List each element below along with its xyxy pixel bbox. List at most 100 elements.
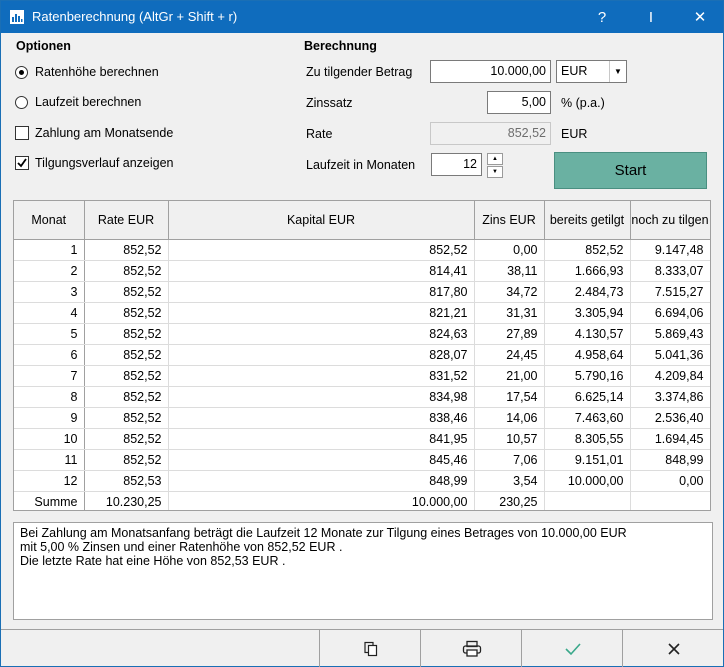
options-heading: Optionen <box>16 39 71 53</box>
cell-rate: 852,52 <box>84 239 169 261</box>
table-row[interactable]: 3 852,52 817,80 34,72 2.484,73 7.515,27 <box>14 281 710 303</box>
table-row[interactable]: 6 852,52 828,07 24,45 4.958,64 5.041,36 <box>14 344 710 366</box>
interest-input[interactable]: 5,00 <box>487 91 551 114</box>
pin-button[interactable]: I <box>628 1 674 33</box>
ok-button[interactable] <box>521 630 623 667</box>
sum-cell-interest: 230,25 <box>474 491 545 510</box>
chevron-down-icon[interactable]: ▼ <box>609 61 626 82</box>
window-title: Ratenberechnung (AltGr + Shift + r) <box>32 9 238 24</box>
cell-interest: 38,11 <box>474 260 545 282</box>
cell-month: 3 <box>14 281 85 303</box>
cancel-button[interactable] <box>622 630 724 667</box>
start-button[interactable]: Start <box>554 152 707 189</box>
col-header-rate[interactable]: Rate EUR <box>84 201 169 240</box>
cell-remaining: 4.209,84 <box>630 365 710 387</box>
cell-remaining: 9.147,48 <box>630 239 710 261</box>
table-row[interactable]: 9 852,52 838,46 14,06 7.463,60 2.536,40 <box>14 407 710 429</box>
cell-interest: 21,00 <box>474 365 545 387</box>
cell-interest: 31,31 <box>474 302 545 324</box>
col-header-capital[interactable]: Kapital EUR <box>168 201 475 240</box>
cell-capital: 817,80 <box>168 281 475 303</box>
cell-paid: 7.463,60 <box>544 407 631 429</box>
cell-interest: 3,54 <box>474 470 545 492</box>
schedule-table[interactable]: Monat Rate EUR Kapital EUR Zins EUR bere… <box>13 200 711 511</box>
calc-heading: Berechnung <box>304 39 377 53</box>
spin-up-icon[interactable]: ▲ <box>487 153 503 165</box>
table-row[interactable]: 4 852,52 821,21 31,31 3.305,94 6.694,06 <box>14 302 710 324</box>
sum-cell-month: Summe <box>14 491 85 510</box>
table-row[interactable]: 7 852,52 831,52 21,00 5.790,16 4.209,84 <box>14 365 710 387</box>
summary-line: Bei Zahlung am Monatsanfang beträgt die … <box>20 526 627 540</box>
help-button[interactable]: ? <box>579 1 625 33</box>
table-row[interactable]: 12 852,53 848,99 3,54 10.000,00 0,00 <box>14 470 710 492</box>
close-window-button[interactable]: ✕ <box>677 1 723 33</box>
col-header-remaining[interactable]: noch zu tilgen <box>630 201 710 240</box>
option-payment-month-end[interactable]: Zahlung am Monatsende <box>15 124 173 142</box>
summary-text-box[interactable]: Bei Zahlung am Monatsanfang beträgt die … <box>13 522 713 620</box>
term-input[interactable]: 12 <box>431 153 482 176</box>
bottom-toolbar <box>1 629 723 667</box>
installment-unit: EUR <box>561 127 588 141</box>
currency-select[interactable]: EUR ▼ <box>556 60 627 83</box>
cell-paid: 3.305,94 <box>544 302 631 324</box>
cell-interest: 10,57 <box>474 428 545 450</box>
copy-button[interactable] <box>319 630 421 667</box>
col-header-paid[interactable]: bereits getilgt <box>544 201 631 240</box>
chart-app-icon <box>10 10 24 24</box>
cell-interest: 17,54 <box>474 386 545 408</box>
radio-icon-checked[interactable] <box>15 65 28 79</box>
cell-capital: 814,41 <box>168 260 475 282</box>
installment-label: Rate <box>306 127 333 141</box>
amount-input[interactable]: 10.000,00 <box>430 60 551 83</box>
table-header-row: Monat Rate EUR Kapital EUR Zins EUR bere… <box>14 201 710 240</box>
cell-rate: 852,52 <box>84 281 169 303</box>
option-calc-installment[interactable]: Ratenhöhe berechnen <box>15 63 159 81</box>
sum-cell-paid <box>544 491 631 510</box>
cell-remaining: 1.694,45 <box>630 428 710 450</box>
checkbox-icon[interactable] <box>15 126 29 140</box>
cell-capital: 848,99 <box>168 470 475 492</box>
cell-interest: 0,00 <box>474 239 545 261</box>
currency-value: EUR <box>561 64 588 78</box>
interest-label: Zinssatz <box>306 96 353 110</box>
cell-paid: 4.130,57 <box>544 323 631 345</box>
cell-interest: 34,72 <box>474 281 545 303</box>
col-header-interest[interactable]: Zins EUR <box>474 201 545 240</box>
option-label: Laufzeit berechnen <box>35 95 142 109</box>
cell-rate: 852,52 <box>84 428 169 450</box>
cell-remaining: 6.694,06 <box>630 302 710 324</box>
cell-month: 5 <box>14 323 85 345</box>
cell-paid: 6.625,14 <box>544 386 631 408</box>
cell-remaining: 5.869,43 <box>630 323 710 345</box>
cell-month: 2 <box>14 260 85 282</box>
cell-remaining: 5.041,36 <box>630 344 710 366</box>
cell-month: 1 <box>14 239 85 261</box>
print-button[interactable] <box>420 630 522 667</box>
table-row[interactable]: 10 852,52 841,95 10,57 8.305,55 1.694,45 <box>14 428 710 450</box>
option-show-schedule[interactable]: Tilgungsverlauf anzeigen <box>15 154 174 172</box>
cell-capital: 852,52 <box>168 239 475 261</box>
table-sum-row[interactable]: Summe 10.230,25 10.000,00 230,25 <box>14 491 710 510</box>
cell-remaining: 7.515,27 <box>630 281 710 303</box>
option-calc-term[interactable]: Laufzeit berechnen <box>15 93 141 111</box>
cell-paid: 9.151,01 <box>544 449 631 471</box>
close-icon <box>667 642 680 655</box>
table-row[interactable]: 2 852,52 814,41 38,11 1.666,93 8.333,07 <box>14 260 710 282</box>
col-header-month[interactable]: Monat <box>14 201 85 240</box>
table-row[interactable]: 11 852,52 845,46 7,06 9.151,01 848,99 <box>14 449 710 471</box>
cell-interest: 7,06 <box>474 449 545 471</box>
table-row[interactable]: 1 852,52 852,52 0,00 852,52 9.147,48 <box>14 239 710 261</box>
cell-month: 11 <box>14 449 85 471</box>
cell-paid: 10.000,00 <box>544 470 631 492</box>
cell-capital: 834,98 <box>168 386 475 408</box>
dialog-window: Ratenberechnung (AltGr + Shift + r) ? I … <box>0 0 724 667</box>
radio-icon[interactable] <box>15 95 28 109</box>
checkbox-checked-icon[interactable] <box>15 156 29 170</box>
term-spinner[interactable]: ▲ ▼ <box>487 153 503 178</box>
dialog-content: Optionen Ratenhöhe berechnen Laufzeit be… <box>1 33 723 667</box>
spin-down-icon[interactable]: ▼ <box>487 166 503 178</box>
cell-rate: 852,52 <box>84 365 169 387</box>
table-row[interactable]: 8 852,52 834,98 17,54 6.625,14 3.374,86 <box>14 386 710 408</box>
table-row[interactable]: 5 852,52 824,63 27,89 4.130,57 5.869,43 <box>14 323 710 345</box>
cell-interest: 14,06 <box>474 407 545 429</box>
